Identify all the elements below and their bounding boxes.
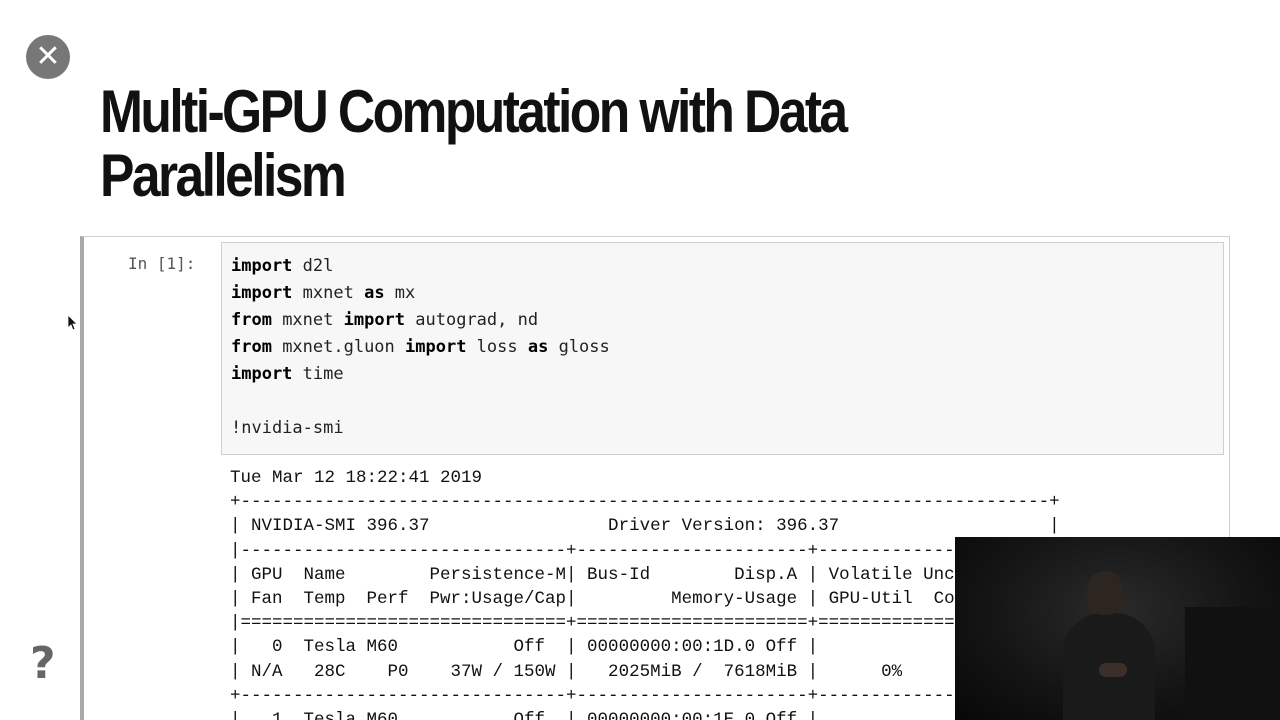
- cell-output: Tue Mar 12 18:22:41 2019 +--------------…: [230, 466, 1060, 720]
- output-line: | 0 Tesla M60 Off | 00000000:00:1D.0 Off…: [230, 637, 1060, 658]
- output-line: |-------------------------------+-------…: [230, 540, 1060, 561]
- output-line: | GPU Name Persistence-M| Bus-Id Disp.A …: [230, 564, 1060, 585]
- output-line: | Fan Temp Perf Pwr:Usage/Cap| Memory-Us…: [230, 589, 1060, 610]
- output-line: Tue Mar 12 18:22:41 2019: [230, 468, 483, 488]
- slide-title-line2: Parallelism: [100, 142, 347, 209]
- help-icon[interactable]: ?: [30, 642, 56, 686]
- code-line: from mxnet.gluon import loss as gloss: [231, 337, 610, 357]
- slide-title-line1: Multi-GPU Computation with Data: [100, 78, 848, 145]
- slide-title: Multi-GPU Computation with Data Parallel…: [100, 80, 960, 208]
- code-line: import mxnet as mx: [231, 283, 416, 303]
- output-line: +---------------------------------------…: [230, 492, 1060, 513]
- output-line: | 1 Tesla M60 Off | 00000000:00:1E.0 Off…: [230, 710, 1060, 720]
- output-line: | NVIDIA-SMI 396.37 Driver Version: 396.…: [230, 516, 1060, 537]
- presenter-hands: [1099, 663, 1127, 677]
- output-line: +-------------------------------+-------…: [230, 685, 1060, 706]
- output-line: | N/A 28C P0 37W / 150W | 2025MiB / 7618…: [230, 661, 1060, 682]
- mouse-cursor-icon: [68, 315, 78, 331]
- close-icon[interactable]: ✕: [26, 35, 70, 79]
- code-line: !nvidia-smi: [231, 418, 344, 438]
- video-shelf: [1185, 607, 1280, 720]
- code-line: from mxnet import autograd, nd: [231, 310, 539, 330]
- help-glyph: ?: [30, 638, 56, 689]
- presenter-video: [955, 537, 1280, 720]
- code-lines: import d2l import mxnet as mx from mxnet…: [231, 253, 610, 442]
- presenter-head: [1087, 571, 1123, 615]
- code-line: import time: [231, 364, 344, 384]
- cell-prompt: In [1]:: [128, 254, 196, 273]
- slide-page: ✕ Multi-GPU Computation with Data Parall…: [0, 0, 1280, 720]
- code-line: import d2l: [231, 256, 334, 276]
- output-line: |===============================+=======…: [230, 613, 1060, 634]
- close-glyph: ✕: [35, 39, 61, 74]
